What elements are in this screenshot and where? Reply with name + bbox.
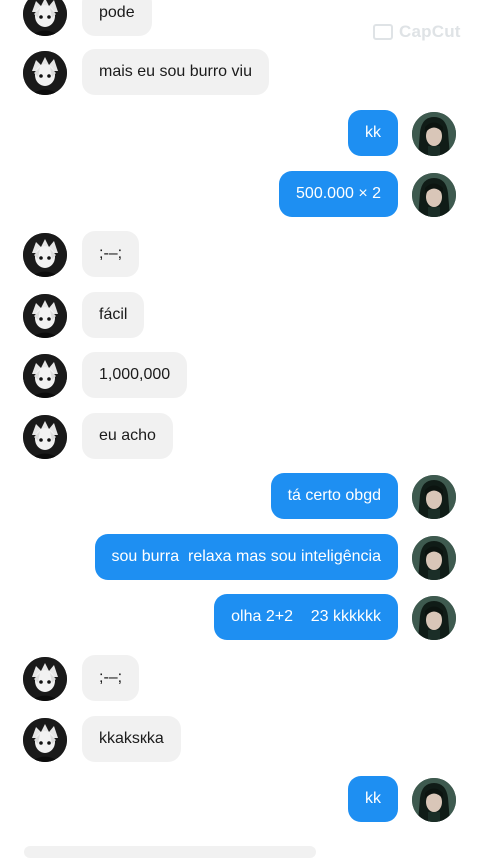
anime-boy-avatar-icon xyxy=(23,0,67,36)
message-bubble[interactable]: fácil xyxy=(82,292,145,338)
message-incoming: mais eu sou burro viu xyxy=(0,49,480,97)
girl-photo-avatar-icon xyxy=(412,778,456,822)
message-incoming: kkaksкka xyxy=(0,716,480,764)
girl-photo-avatar-icon xyxy=(412,596,456,640)
message-bubble[interactable]: kk xyxy=(348,776,398,822)
user-avatar[interactable] xyxy=(412,112,456,156)
anime-boy-avatar-icon xyxy=(23,718,67,762)
message-bubble[interactable]: mais eu sou burro viu xyxy=(82,49,269,95)
anime-boy-avatar-icon xyxy=(23,233,67,277)
message-bubble[interactable]: eu acho xyxy=(82,413,173,459)
message-outgoing: kk xyxy=(0,776,480,824)
message-bubble[interactable]: ;-–; xyxy=(82,231,140,277)
contact-avatar[interactable] xyxy=(23,233,67,277)
message-bubble[interactable]: sou burra relaxa mas sou inteligência xyxy=(94,534,398,580)
anime-boy-avatar-icon xyxy=(23,354,67,398)
capcut-watermark: CapCut xyxy=(373,22,461,42)
contact-avatar[interactable] xyxy=(23,294,67,338)
message-incoming: 1,000,000 xyxy=(0,352,480,400)
watermark-text: CapCut xyxy=(399,22,461,41)
message-bubble[interactable]: pode xyxy=(82,0,152,36)
anime-boy-avatar-icon xyxy=(23,415,67,459)
contact-avatar[interactable] xyxy=(23,354,67,398)
message-outgoing: olha 2+2 23 kkkkkk xyxy=(0,594,480,642)
girl-photo-avatar-icon xyxy=(412,112,456,156)
message-incoming: ;-–; xyxy=(0,655,480,703)
girl-photo-avatar-icon xyxy=(412,536,456,580)
message-bubble[interactable]: kkaksкka xyxy=(82,716,181,762)
message-outgoing: tá certo obgd xyxy=(0,473,480,521)
contact-avatar[interactable] xyxy=(23,0,67,36)
capcut-logo-icon xyxy=(373,24,393,40)
user-avatar[interactable] xyxy=(412,173,456,217)
anime-boy-avatar-icon xyxy=(23,51,67,95)
user-avatar[interactable] xyxy=(412,475,456,519)
message-bubble[interactable]: kk xyxy=(348,110,398,156)
message-outgoing: kk xyxy=(0,110,480,158)
user-avatar[interactable] xyxy=(412,778,456,822)
contact-avatar[interactable] xyxy=(23,718,67,762)
message-bubble[interactable]: tá certo obgd xyxy=(270,473,398,519)
girl-photo-avatar-icon xyxy=(412,475,456,519)
message-bubble[interactable]: olha 2+2 23 kkkkkk xyxy=(214,594,398,640)
contact-avatar[interactable] xyxy=(23,51,67,95)
message-outgoing: 500.000 × 2 xyxy=(0,171,480,219)
chat-thread[interactable]: pode mais eu sou burro viu kk 500.000 × … xyxy=(0,0,480,858)
anime-boy-avatar-icon xyxy=(23,294,67,338)
message-incoming: eu acho xyxy=(0,413,480,461)
user-avatar[interactable] xyxy=(412,536,456,580)
message-bubble[interactable]: 500.000 × 2 xyxy=(279,171,398,217)
user-avatar[interactable] xyxy=(412,596,456,640)
contact-avatar[interactable] xyxy=(23,657,67,701)
message-bubble[interactable]: ;-–; xyxy=(82,655,140,701)
next-message-bubble-partial xyxy=(24,846,316,858)
message-bubble[interactable]: 1,000,000 xyxy=(82,352,188,398)
message-incoming: ;-–; xyxy=(0,231,480,279)
message-incoming: fácil xyxy=(0,292,480,340)
girl-photo-avatar-icon xyxy=(412,173,456,217)
message-outgoing: sou burra relaxa mas sou inteligência xyxy=(0,534,480,582)
contact-avatar[interactable] xyxy=(23,415,67,459)
anime-boy-avatar-icon xyxy=(23,657,67,701)
